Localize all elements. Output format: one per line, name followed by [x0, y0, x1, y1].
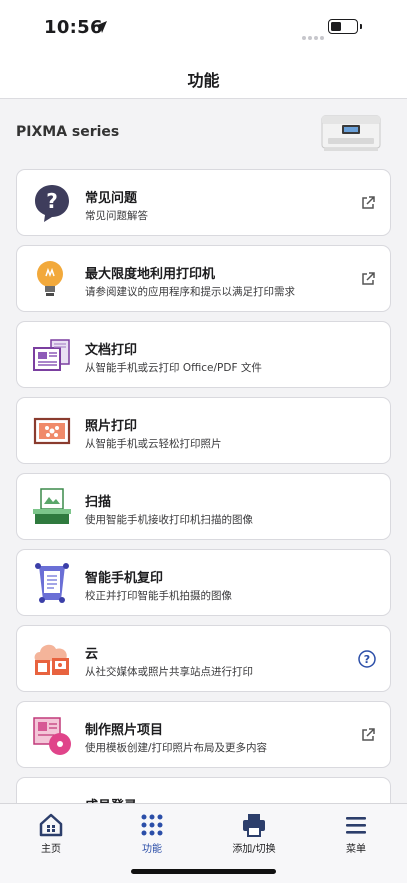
card-title: 照片打印 [85, 419, 138, 434]
tab-menu[interactable]: 菜单 [306, 804, 406, 864]
home-indicator [131, 869, 276, 874]
cellular-signal-icon [302, 25, 326, 44]
svg-text:?: ? [364, 653, 370, 666]
cloud-print-icon [34, 644, 69, 675]
card-subtitle: 使用模板创建/打印照片布局及更多内容 [85, 742, 268, 754]
feature-card-cloud[interactable]: 云 从社交媒体或照片共享站点进行打印 ? [16, 625, 391, 692]
card-subtitle: 校正并打印智能手机拍摄的图像 [85, 590, 232, 602]
tab-label: 主页 [41, 844, 61, 855]
home-icon [39, 813, 63, 837]
help-bubble-icon: ? [35, 185, 69, 222]
card-title: 云 [85, 647, 99, 662]
printer-name: PIXMA series [16, 124, 120, 140]
question-circle-icon[interactable]: ? [358, 650, 376, 668]
printer-icon [243, 814, 265, 837]
hamburger-menu-icon [346, 817, 366, 834]
nav-header: 功能 [0, 56, 407, 99]
card-subtitle: 从智能手机或云轻松打印照片 [85, 438, 222, 450]
card-title: 智能手机复印 [85, 571, 164, 586]
card-title: 文档打印 [85, 343, 138, 358]
external-link-icon[interactable] [360, 195, 376, 211]
feature-card-photo-print[interactable]: 照片打印 从智能手机或云轻松打印照片 [16, 397, 391, 464]
external-link-icon[interactable] [360, 271, 376, 287]
card-subtitle: 从社交媒体或照片共享站点进行打印 [85, 666, 253, 678]
svg-text:?: ? [46, 189, 58, 213]
feature-card-scan[interactable]: 扫描 使用智能手机接收打印机扫描的图像 [16, 473, 391, 540]
card-subtitle: 常见问题解答 [85, 210, 148, 222]
feature-card-faq[interactable]: ? 常见问题 常见问题解答 [16, 169, 391, 236]
location-arrow-icon [95, 21, 107, 33]
feature-card-document-print[interactable]: 文档打印 从智能手机或云打印 Office/PDF 文件 [16, 321, 391, 388]
page-title: 功能 [187, 71, 220, 90]
printer-image [321, 115, 381, 151]
tab-add-switch[interactable]: 添加/切换 [204, 804, 304, 864]
tab-label: 添加/切换 [232, 844, 276, 855]
tab-home[interactable]: 主页 [1, 804, 101, 864]
document-print-icon [33, 339, 70, 371]
card-subtitle: 使用智能手机接收打印机扫描的图像 [85, 514, 253, 526]
status-bar: 10:56 [0, 0, 407, 56]
grid-dots-icon [141, 814, 163, 836]
feature-card-smartphone-copy[interactable]: 智能手机复印 校正并打印智能手机拍摄的图像 [16, 549, 391, 616]
tab-label: 菜单 [346, 844, 366, 855]
lightbulb-icon [37, 261, 63, 296]
photo-project-icon [33, 717, 71, 755]
card-title: 常见问题 [85, 191, 138, 206]
tab-label: 功能 [142, 844, 162, 855]
printer-selector[interactable]: PIXMA series [0, 100, 407, 162]
card-subtitle: 请参阅建议的应用程序和提示以满足打印需求 [85, 286, 295, 298]
card-title: 最大限度地利用打印机 [85, 267, 216, 282]
tab-functions[interactable]: 功能 [102, 804, 202, 864]
smartphone-copy-icon [35, 563, 69, 603]
scan-icon [33, 488, 71, 524]
card-subtitle: 从智能手机或云打印 Office/PDF 文件 [85, 362, 262, 374]
card-title: 扫描 [85, 495, 112, 510]
card-title: 制作照片项目 [85, 723, 164, 738]
feature-card-photo-project[interactable]: 制作照片项目 使用模板创建/打印照片布局及更多内容 [16, 701, 391, 768]
feature-card-get-most[interactable]: 最大限度地利用打印机 请参阅建议的应用程序和提示以满足打印需求 [16, 245, 391, 312]
photo-print-icon [33, 417, 71, 445]
external-link-icon[interactable] [360, 727, 376, 743]
battery-icon [328, 19, 358, 34]
